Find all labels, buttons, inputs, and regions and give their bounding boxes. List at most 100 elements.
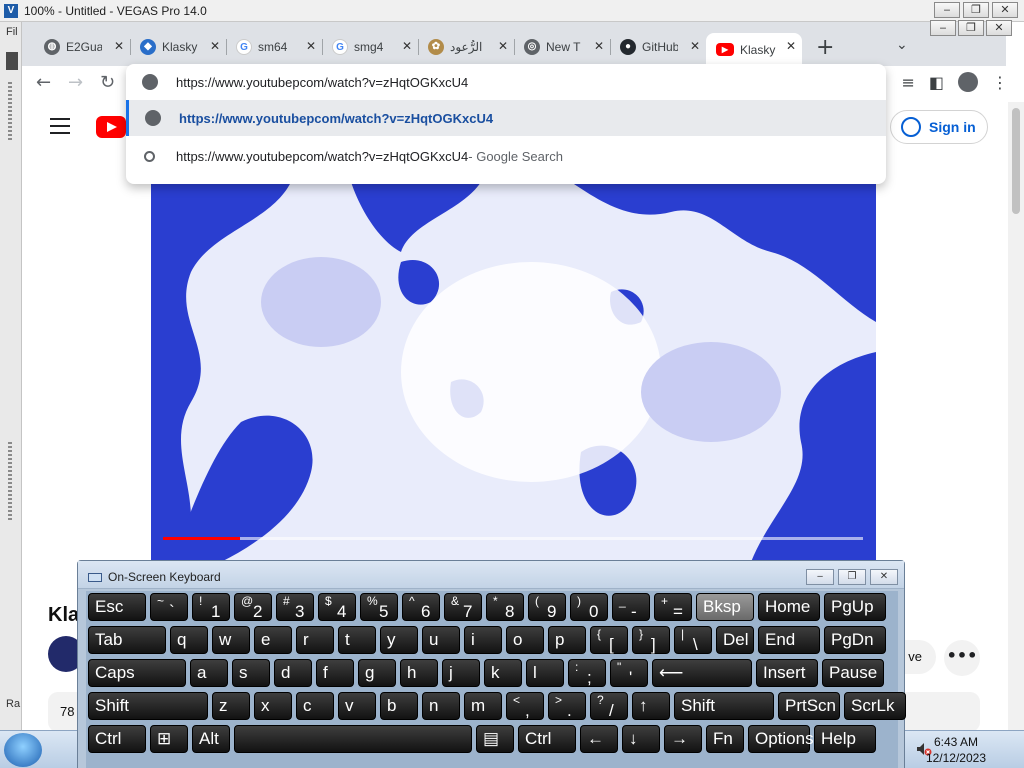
osk-key-~`[interactable]: ~ ` bbox=[150, 593, 188, 621]
osk-key-n[interactable]: n bbox=[422, 692, 460, 720]
vegas-panel-grip[interactable] bbox=[8, 442, 12, 522]
tab-sm64[interactable]: G sm64 ✕ bbox=[226, 33, 323, 61]
osk-key-→[interactable]: → bbox=[664, 725, 702, 753]
chrome-close-button[interactable]: ✕ bbox=[986, 20, 1012, 36]
hamburger-menu-icon[interactable] bbox=[50, 118, 70, 134]
osk-key-j[interactable]: j bbox=[442, 659, 480, 687]
osk-key-$4[interactable]: $4 bbox=[318, 593, 356, 621]
osk-key-o[interactable]: o bbox=[506, 626, 544, 654]
osk-key-w[interactable]: w bbox=[212, 626, 250, 654]
page-scrollbar[interactable] bbox=[1008, 102, 1024, 742]
osk-key-%5[interactable]: % 5 bbox=[360, 593, 398, 621]
osk-key-x[interactable]: x bbox=[254, 692, 292, 720]
osk-key-h[interactable]: h bbox=[400, 659, 438, 687]
osk-key-pgup[interactable]: PgUp bbox=[824, 593, 886, 621]
reload-button[interactable]: ↻ bbox=[100, 72, 115, 93]
osk-key-pause[interactable]: Pause bbox=[822, 659, 884, 687]
osk-key-<,[interactable]: <, bbox=[506, 692, 544, 720]
osk-key-^6[interactable]: ^ 6 bbox=[402, 593, 440, 621]
osk-key-▤[interactable]: ▤ bbox=[476, 725, 514, 753]
osk-minimize-button[interactable]: ‒ bbox=[806, 569, 834, 585]
osk-key-@2[interactable]: @2 bbox=[234, 593, 272, 621]
osk-key-help[interactable]: Help bbox=[814, 725, 876, 753]
close-icon[interactable]: ✕ bbox=[690, 39, 700, 53]
osk-key-q[interactable]: q bbox=[170, 626, 208, 654]
osk-key-m[interactable]: m bbox=[464, 692, 502, 720]
osk-key-a[interactable]: a bbox=[190, 659, 228, 687]
vegas-file-menu[interactable]: Fil bbox=[6, 26, 18, 38]
osk-key-←[interactable]: ← bbox=[580, 725, 618, 753]
omnibox-input-row[interactable]: https://www.youtubepcom/watch?v=zHqtOGKx… bbox=[126, 64, 886, 100]
osk-key-↑[interactable]: ↑ bbox=[632, 692, 670, 720]
osk-key-↓[interactable]: ↓ bbox=[622, 725, 660, 753]
start-button[interactable] bbox=[4, 733, 42, 767]
video-player[interactable] bbox=[151, 182, 876, 562]
chrome-menu-icon[interactable]: ⋮ bbox=[992, 73, 1008, 92]
chrome-restore-button[interactable]: ❐ bbox=[958, 20, 984, 36]
close-button[interactable]: ✕ bbox=[992, 2, 1018, 18]
reading-list-icon[interactable]: ≡ bbox=[901, 73, 914, 92]
osk-key-insert[interactable]: Insert bbox=[756, 659, 818, 687]
osk-key-v[interactable]: v bbox=[338, 692, 376, 720]
omnibox-suggestion-search[interactable]: https://www.youtubepcom/watch?v=zHqtOGKx… bbox=[126, 138, 886, 174]
tab-search-icon[interactable]: ⌄ bbox=[896, 37, 908, 53]
osk-key-scrlk[interactable]: ScrLk bbox=[844, 692, 906, 720]
sign-in-button[interactable]: Sign in bbox=[890, 110, 988, 144]
side-panel-icon[interactable]: ◧ bbox=[929, 73, 944, 92]
restore-button[interactable]: ❐ bbox=[963, 2, 989, 18]
osk-key-u[interactable]: u bbox=[422, 626, 460, 654]
osk-key-?/[interactable]: ? / bbox=[590, 692, 628, 720]
profile-avatar[interactable] bbox=[958, 72, 978, 92]
osk-key-alt[interactable]: Alt bbox=[192, 725, 230, 753]
osk-key-g[interactable]: g bbox=[358, 659, 396, 687]
osk-key-i[interactable]: i bbox=[464, 626, 502, 654]
tab-klasky-1[interactable]: ◆ Klasky ✕ bbox=[130, 33, 227, 61]
osk-key-options[interactable]: Options bbox=[748, 725, 814, 753]
more-actions-button[interactable]: ••• bbox=[944, 640, 980, 676]
system-clock[interactable]: 6:43 AM 12/12/2023 bbox=[926, 734, 986, 766]
osk-key-tab[interactable]: Tab bbox=[88, 626, 166, 654]
osk-key-b[interactable]: b bbox=[380, 692, 418, 720]
osk-key->.[interactable]: >. bbox=[548, 692, 586, 720]
omnibox-suggestion-url[interactable]: https://www.youtubepcom/watch?v=zHqtOGKx… bbox=[126, 100, 886, 136]
osk-key-{[[interactable]: {[ bbox=[590, 626, 628, 654]
osk-key-caps[interactable]: Caps bbox=[88, 659, 186, 687]
tab-e2guardian[interactable]: ◍ E2Gua ✕ bbox=[34, 33, 131, 61]
osk-key-shift[interactable]: Shift bbox=[674, 692, 774, 720]
close-icon[interactable]: ✕ bbox=[498, 39, 508, 53]
osk-key-del[interactable]: Del bbox=[716, 626, 754, 654]
forward-button[interactable]: → bbox=[68, 72, 83, 93]
osk-key-ctrl[interactable]: Ctrl bbox=[88, 725, 146, 753]
tab-github[interactable]: ● GitHub ✕ bbox=[610, 33, 706, 61]
minimize-button[interactable]: ‒ bbox=[934, 2, 960, 18]
video-progress-bar[interactable] bbox=[163, 537, 863, 540]
chrome-minimize-button[interactable]: ‒ bbox=[930, 20, 956, 36]
new-tab-button[interactable]: + bbox=[816, 35, 834, 60]
close-icon[interactable]: ✕ bbox=[402, 39, 412, 53]
osk-key-esc[interactable]: Esc bbox=[88, 593, 146, 621]
osk-key-e[interactable]: e bbox=[254, 626, 292, 654]
osk-key-}][interactable]: }] bbox=[632, 626, 670, 654]
scrollbar-thumb[interactable] bbox=[1012, 108, 1020, 214]
close-icon[interactable]: ✕ bbox=[306, 39, 316, 53]
osk-maximize-button[interactable]: ❐ bbox=[838, 569, 866, 585]
osk-key-"'[interactable]: " ' bbox=[610, 659, 648, 687]
osk-key-_-[interactable]: _ - bbox=[612, 593, 650, 621]
osk-key-r[interactable]: r bbox=[296, 626, 334, 654]
osk-key-z[interactable]: z bbox=[212, 692, 250, 720]
osk-key-end[interactable]: End bbox=[758, 626, 820, 654]
osk-key-home[interactable]: Home bbox=[758, 593, 820, 621]
back-button[interactable]: ← bbox=[36, 72, 51, 93]
osk-key-!1[interactable]: ! 1 bbox=[192, 593, 230, 621]
close-icon[interactable]: ✕ bbox=[594, 39, 604, 53]
vegas-panel-grip[interactable] bbox=[8, 82, 12, 142]
osk-key-d[interactable]: d bbox=[274, 659, 312, 687]
tab-quran[interactable]: ✿ الرُّعود ✕ bbox=[418, 33, 515, 61]
tab-klasky-youtube[interactable]: ▶ Klasky ✕ bbox=[706, 33, 802, 66]
tab-smg4[interactable]: G smg4 ✕ bbox=[322, 33, 419, 61]
omnibox-input[interactable]: https://www.youtubepcom/watch?v=zHqtOGKx… bbox=[176, 75, 468, 90]
osk-key-l[interactable]: l bbox=[526, 659, 564, 687]
osk-key-#3[interactable]: #3 bbox=[276, 593, 314, 621]
osk-key-+=[interactable]: + = bbox=[654, 593, 692, 621]
tab-new-tab[interactable]: ◎ New T ✕ bbox=[514, 33, 611, 61]
